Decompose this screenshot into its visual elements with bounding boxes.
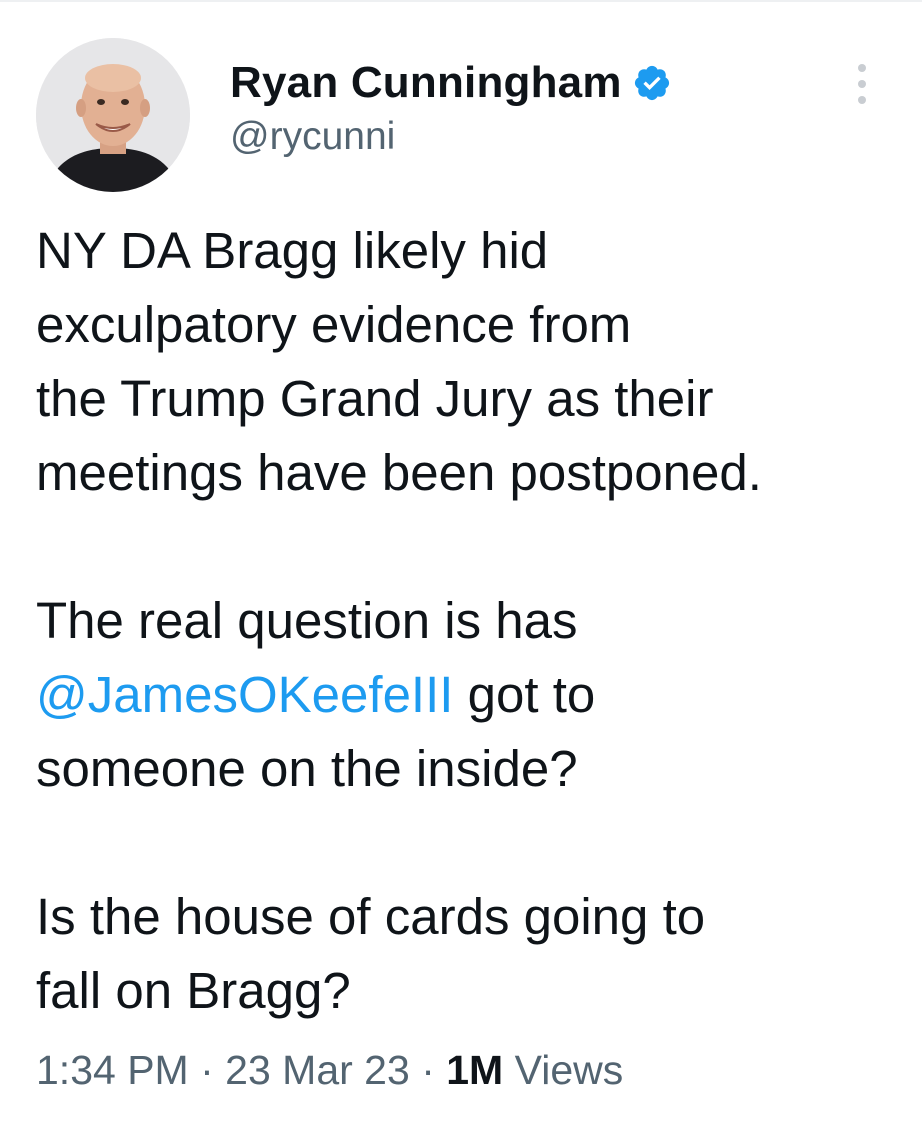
tweet-line: meetings have been postponed.	[36, 444, 762, 501]
meta-separator: ·	[200, 1047, 214, 1093]
name-row: Ryan Cunningham	[230, 56, 672, 110]
tweet-line: someone on the inside?	[36, 740, 578, 797]
top-divider	[0, 0, 922, 2]
tweet-line: Is the house of cards going to	[36, 888, 706, 945]
tweet-time[interactable]: 1:34 PM	[36, 1047, 189, 1093]
tweet-meta: 1:34 PM · 23 Mar 23 · 1M Views	[36, 1040, 623, 1100]
tweet-line-with-mention: @JamesOKeefeIII got to	[36, 658, 906, 732]
meta-separator: ·	[421, 1047, 435, 1093]
tweet-line: NY DA Bragg likely hid	[36, 222, 549, 279]
tweet-line: fall on Bragg?	[36, 962, 351, 1019]
display-name[interactable]: Ryan Cunningham	[230, 56, 622, 110]
tweet-text: NY DA Bragg likely hid exculpatory evide…	[36, 214, 906, 1028]
tweet-paragraph-1: NY DA Bragg likely hid exculpatory evide…	[36, 214, 906, 510]
more-dot	[858, 96, 866, 104]
more-dot	[858, 64, 866, 72]
tweet-text-fragment: got to	[453, 666, 596, 723]
avatar[interactable]	[36, 38, 190, 192]
tweet-date[interactable]: 23 Mar 23	[225, 1047, 410, 1093]
tweet-line: exculpatory evidence from	[36, 296, 632, 353]
verified-badge-icon[interactable]	[632, 63, 672, 103]
more-options-icon[interactable]	[844, 62, 880, 106]
views-label: Views	[514, 1047, 624, 1093]
user-handle[interactable]: @rycunni	[230, 112, 672, 162]
avatar-photo-icon	[36, 38, 190, 192]
tweet-paragraph-3: Is the house of cards going to fall on B…	[36, 880, 906, 1028]
tweet-paragraph-2: The real question is has @JamesOKeefeIII…	[36, 584, 906, 806]
author-block: Ryan Cunningham @rycunni	[230, 56, 672, 162]
views-count[interactable]: 1M	[446, 1047, 503, 1093]
mention-link[interactable]: @JamesOKeefeIII	[36, 666, 453, 723]
tweet-line: The real question is has	[36, 592, 578, 649]
tweet-line: the Trump Grand Jury as their	[36, 370, 714, 427]
more-dot	[858, 80, 866, 88]
